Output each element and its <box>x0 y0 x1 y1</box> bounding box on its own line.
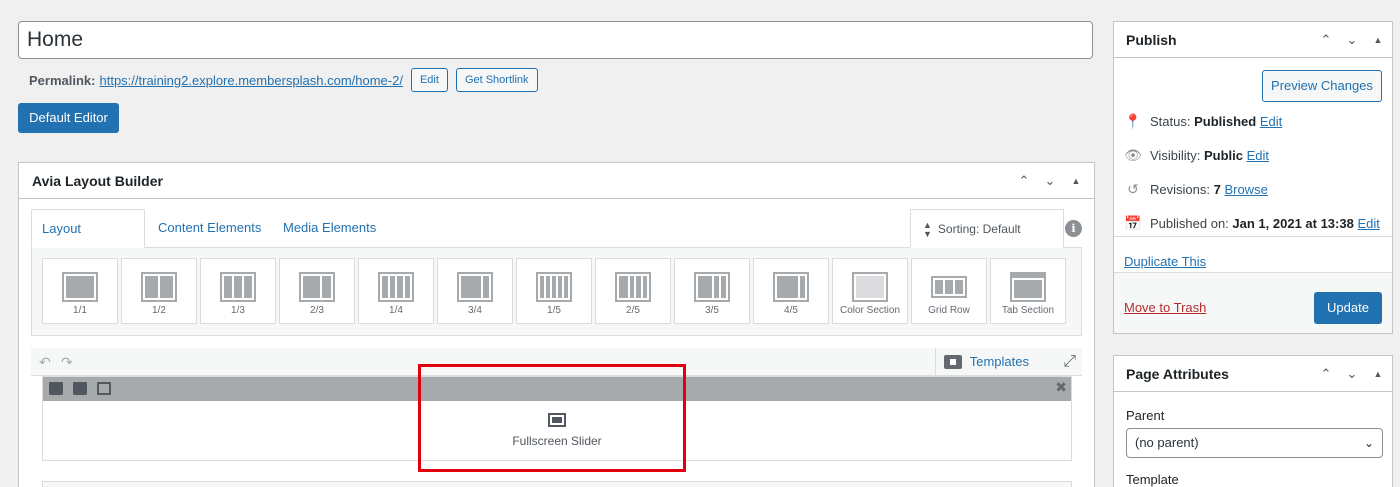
save-template-icon[interactable] <box>49 382 63 395</box>
status-edit-link[interactable]: Edit <box>1260 114 1282 129</box>
browse-revisions-link[interactable]: Browse <box>1224 182 1267 197</box>
element-4-5[interactable]: 4/5 <box>753 258 829 324</box>
template-label: Template <box>1126 472 1179 487</box>
collapse-toggle-icon[interactable]: ▲ <box>1066 171 1086 191</box>
element-2-3[interactable]: 2/3 <box>279 258 355 324</box>
collapse-toggle-icon[interactable]: ▲ <box>1368 30 1388 50</box>
parent-select-value: (no parent) <box>1135 435 1199 450</box>
get-shortlink-button[interactable]: Get Shortlink <box>455 68 538 92</box>
avia-element-tabs: Layout Elements Content Elements Media E… <box>31 209 1082 339</box>
edit-icon[interactable] <box>97 382 111 395</box>
history-icon: ↺ <box>1127 180 1139 197</box>
sort-arrows-icon: ▲ ▼ <box>923 219 932 239</box>
avia-panel-controls: ⌃ ⌄ ▲ <box>1014 171 1086 191</box>
element-3-4[interactable]: 3/4 <box>437 258 513 324</box>
chevron-up-icon[interactable]: ⌃ <box>1316 30 1336 50</box>
tab-media-elements[interactable]: Media Elements <box>273 209 386 248</box>
move-to-trash-link[interactable]: Move to Trash <box>1124 300 1206 315</box>
column-1-5-icon <box>536 272 572 302</box>
element-3-5[interactable]: 3/5 <box>674 258 750 324</box>
element-tab-section[interactable]: Tab Section <box>990 258 1066 324</box>
revisions-row: ↺ Revisions: 7 Browse <box>1124 180 1268 198</box>
element-1-3[interactable]: 1/3 <box>200 258 276 324</box>
permalink-edit-button[interactable]: Edit <box>410 68 448 92</box>
info-icon[interactable]: i <box>1065 220 1082 237</box>
templates-label: Templates <box>969 354 1029 369</box>
element-2-5[interactable]: 2/5 <box>595 258 671 324</box>
sorting-label: Sorting: Default <box>937 222 1021 236</box>
publish-title: Publish <box>1126 31 1177 48</box>
parent-select[interactable]: (no parent) ⌄ <box>1126 428 1383 458</box>
published-date: Jan 1, 2021 at 13:38 <box>1232 215 1354 231</box>
color-section-icon <box>852 272 888 302</box>
visibility-row: 👁 Visibility: Public Edit <box>1124 146 1270 163</box>
copy-icon[interactable] <box>73 382 87 395</box>
eye-icon: 👁 <box>1124 146 1142 163</box>
column-1-1-icon <box>62 272 98 302</box>
visibility-edit-link[interactable]: Edit <box>1247 148 1269 163</box>
column-2-3-icon <box>299 272 335 302</box>
divider <box>1114 236 1392 237</box>
templates-icon <box>943 355 962 369</box>
element-color-section[interactable]: Color Section <box>832 258 908 324</box>
chevron-down-icon[interactable]: ⌄ <box>1342 30 1362 50</box>
column-3-4-icon <box>457 272 493 302</box>
permalink-label: Permalink: <box>29 72 96 88</box>
redo-icon[interactable]: ↷ <box>61 354 73 371</box>
next-builder-element[interactable] <box>42 481 1072 487</box>
avia-panel-title: Avia Layout Builder <box>32 172 163 189</box>
status-value: Published <box>1194 113 1257 129</box>
avia-panel-header: Avia Layout Builder <box>19 163 1094 199</box>
column-4-5-icon <box>773 272 809 302</box>
permalink-link[interactable]: https://training2.explore.membersplash.c… <box>99 73 402 88</box>
published-edit-link[interactable]: Edit <box>1357 216 1379 231</box>
element-1-1[interactable]: 1/1 <box>42 258 118 324</box>
published-on-row: 📅 Published on: Jan 1, 2021 at 13:38 Edi… <box>1124 214 1380 231</box>
page-attributes-title: Page Attributes <box>1126 365 1229 382</box>
tab-section-icon <box>1010 272 1046 302</box>
update-button[interactable]: Update <box>1314 292 1382 324</box>
undo-icon[interactable]: ↶ <box>39 354 51 371</box>
element-1-4[interactable]: 1/4 <box>358 258 434 324</box>
visibility-value: Public <box>1203 147 1243 163</box>
chevron-up-icon[interactable]: ⌃ <box>1014 171 1034 191</box>
publish-box: Publish ⌃ ⌄ ▲ Preview Changes 📍 Status: … <box>1113 21 1393 334</box>
post-title-input[interactable]: Home <box>18 21 1093 59</box>
tab-bar: Layout Elements Content Elements Media E… <box>31 209 1082 274</box>
revisions-value: 7 <box>1213 181 1221 197</box>
tab-content-elements[interactable]: Content Elements <box>148 209 271 248</box>
parent-label: Parent <box>1126 408 1165 423</box>
delete-icon[interactable]: ✖ <box>1055 379 1067 396</box>
fullscreen-expand-icon[interactable]: ⤢ <box>1063 353 1076 371</box>
publish-box-controls: ⌃ ⌄ ▲ <box>1316 30 1388 50</box>
default-editor-button[interactable]: Default Editor <box>18 103 119 133</box>
collapse-toggle-icon[interactable]: ▲ <box>1368 364 1388 384</box>
page-attributes-controls: ⌃ ⌄ ▲ <box>1316 364 1388 384</box>
highlight-box <box>418 364 686 472</box>
chevron-down-icon[interactable]: ⌄ <box>1342 364 1362 384</box>
sorting-dropdown[interactable]: ▲ ▼ Sorting: Default <box>910 209 1064 248</box>
column-1-2-icon <box>141 272 177 302</box>
templates-button[interactable]: Templates <box>934 348 1039 376</box>
chevron-up-icon[interactable]: ⌃ <box>1316 364 1336 384</box>
element-grid-row[interactable]: Grid Row <box>911 258 987 324</box>
element-1-2[interactable]: 1/2 <box>121 258 197 324</box>
layout-elements-grid: 1/1 1/2 1/3 2/3 1/4 3/4 1/5 2/5 3/5 4/5 … <box>31 248 1082 336</box>
column-2-5-icon <box>615 272 651 302</box>
chevron-down-icon: ⌄ <box>1363 436 1374 450</box>
status-row: 📍 Status: Published Edit <box>1124 112 1283 129</box>
pin-icon: 📍 <box>1124 112 1142 129</box>
tab-layout-elements[interactable]: Layout Elements <box>31 209 145 274</box>
preview-changes-button[interactable]: Preview Changes <box>1262 70 1382 102</box>
column-3-5-icon <box>694 272 730 302</box>
chevron-down-icon[interactable]: ⌄ <box>1040 171 1060 191</box>
column-1-4-icon <box>378 272 414 302</box>
element-1-5[interactable]: 1/5 <box>516 258 592 324</box>
page-attributes-box: Page Attributes ⌃ ⌄ ▲ Parent (no parent)… <box>1113 355 1393 487</box>
calendar-icon: 📅 <box>1124 214 1142 231</box>
column-1-3-icon <box>220 272 256 302</box>
permalink-row: Permalink: https://training2.explore.mem… <box>29 67 538 93</box>
grid-row-icon <box>931 276 967 298</box>
duplicate-this-link[interactable]: Duplicate This <box>1124 254 1206 269</box>
